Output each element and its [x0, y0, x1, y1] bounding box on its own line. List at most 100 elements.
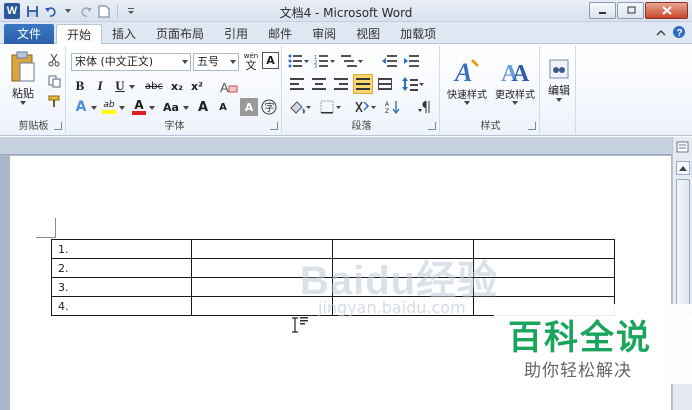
tab-file[interactable]: 文件 — [4, 24, 54, 44]
restore-button[interactable] — [617, 2, 644, 19]
font-color-button[interactable]: A — [130, 98, 148, 116]
scrollbar-thumb[interactable] — [676, 179, 690, 315]
paragraph-launcher-icon[interactable] — [428, 122, 436, 130]
scroll-up-button[interactable] — [676, 161, 690, 175]
table-cell[interactable]: 1. — [51, 239, 192, 259]
clear-formatting-icon[interactable]: A — [218, 77, 240, 97]
change-case-button[interactable]: Aa — [160, 98, 182, 116]
decrease-indent-icon[interactable] — [380, 52, 400, 70]
phonetic-guide-button[interactable]: wén 文 — [242, 52, 260, 72]
close-button[interactable] — [645, 2, 688, 19]
superscript-button[interactable]: x² — [188, 77, 206, 95]
binoculars-icon — [549, 59, 569, 79]
change-styles-label: 更改样式 — [495, 89, 535, 101]
multilevel-list-icon[interactable] — [339, 52, 365, 70]
tab-references[interactable]: 引用 — [214, 24, 258, 44]
format-painter-icon[interactable] — [46, 93, 62, 109]
bullets-icon[interactable] — [287, 52, 311, 70]
font-size-combo[interactable]: 五号 — [193, 53, 239, 71]
shading-icon[interactable] — [287, 98, 313, 116]
ruler-toggle-icon[interactable] — [676, 141, 689, 156]
chinese-layout-icon[interactable] — [353, 98, 379, 116]
align-left-icon[interactable] — [287, 75, 307, 93]
font-color-label: A — [134, 98, 144, 112]
margin-marker — [36, 237, 56, 238]
bold-button[interactable]: B — [72, 77, 88, 95]
text-effect-dropdown-icon[interactable] — [90, 104, 98, 112]
baike-badge: 百科全说 助你轻松解决 — [494, 304, 692, 384]
table-cell[interactable]: 3. — [51, 277, 192, 297]
font-launcher-icon[interactable] — [270, 122, 278, 130]
justify-icon[interactable] — [353, 74, 373, 94]
tab-insert[interactable]: 插入 — [102, 24, 146, 44]
highlight-button[interactable]: ab — [100, 98, 118, 116]
ribbon-tab-row: 文件 开始 插入 页面布局 引用 邮件 审阅 视图 加载项 ? — [0, 22, 692, 44]
distributed-icon[interactable] — [375, 75, 395, 93]
tab-review[interactable]: 审阅 — [302, 24, 346, 44]
change-case-dropdown-icon[interactable] — [182, 104, 190, 112]
save-icon[interactable] — [24, 3, 40, 19]
align-center-icon[interactable] — [309, 75, 329, 93]
chevron-down-icon — [230, 60, 236, 64]
word-app-icon[interactable]: W — [4, 3, 20, 19]
paste-dropdown-icon — [20, 101, 26, 105]
line-spacing-icon[interactable] — [400, 75, 426, 93]
shrink-font-button[interactable]: A — [214, 98, 232, 116]
table-cell[interactable]: 2. — [51, 258, 192, 278]
paste-icon — [11, 51, 35, 82]
undo-dropdown-icon[interactable] — [60, 3, 76, 19]
cut-icon[interactable] — [46, 52, 62, 68]
tab-addins[interactable]: 加载项 — [390, 24, 446, 44]
copy-icon[interactable] — [46, 73, 62, 89]
editing-button[interactable]: 编辑 — [544, 50, 574, 110]
align-right-icon[interactable] — [331, 75, 351, 93]
font-name-combo[interactable]: 宋体 (中文正文) — [71, 53, 191, 71]
increase-indent-icon[interactable] — [402, 52, 422, 70]
tab-home[interactable]: 开始 — [56, 24, 103, 44]
minimize-ribbon-icon[interactable] — [656, 27, 666, 40]
paste-button[interactable]: 粘贴 — [8, 48, 38, 108]
clipboard-launcher-icon[interactable] — [54, 122, 62, 130]
undo-icon[interactable] — [42, 3, 58, 19]
tab-page-layout[interactable]: 页面布局 — [146, 24, 214, 44]
customize-qat-icon[interactable] — [123, 3, 139, 19]
phonetic-guide-icon: 文 — [245, 58, 257, 72]
title-bar: W 文档4 - Microsoft Word — [0, 0, 692, 22]
change-styles-icon: AA — [501, 61, 530, 86]
quick-styles-button[interactable]: A 快速样式 — [444, 50, 490, 110]
char-border-button[interactable]: A — [262, 52, 279, 69]
minimize-button[interactable] — [589, 2, 616, 19]
sort-icon[interactable]: AZ — [383, 98, 403, 116]
numbering-icon[interactable]: 123 — [313, 52, 337, 70]
subscript-button[interactable]: x₂ — [168, 77, 186, 95]
strikethrough-button[interactable]: abc — [142, 77, 166, 95]
show-marks-icon[interactable] — [414, 98, 434, 116]
underline-dropdown-icon[interactable] — [128, 83, 136, 91]
grow-font-button[interactable]: A — [194, 98, 212, 116]
quick-access-toolbar — [24, 3, 139, 19]
paste-options-icon[interactable] — [299, 316, 309, 329]
new-document-icon[interactable] — [96, 3, 112, 19]
underline-button[interactable]: U — [112, 77, 128, 95]
enclose-char-icon[interactable]: 字 — [260, 98, 278, 116]
chevron-down-icon — [182, 60, 188, 64]
change-styles-button[interactable]: AA 更改样式 — [492, 50, 538, 110]
editing-group: 编辑 — [542, 46, 576, 134]
ruler[interactable] — [0, 137, 672, 155]
highlight-color-swatch — [102, 110, 116, 114]
styles-launcher-icon[interactable] — [528, 122, 536, 130]
tab-mailings[interactable]: 邮件 — [258, 24, 302, 44]
highlight-dropdown-icon[interactable] — [118, 104, 126, 112]
font-group: 宋体 (中文正文) 五号 wén 文 A B I U abc x₂ x² A A… — [68, 46, 282, 134]
redo-icon[interactable] — [78, 3, 94, 19]
italic-button[interactable]: I — [92, 77, 108, 95]
editing-label: 编辑 — [548, 84, 570, 97]
tab-view[interactable]: 视图 — [346, 24, 390, 44]
baidu-watermark-url: jingyan.baidu.com — [318, 298, 466, 317]
borders-icon[interactable] — [318, 98, 344, 116]
font-color-dropdown-icon[interactable] — [148, 104, 156, 112]
table-cell[interactable]: 4. — [51, 296, 192, 316]
char-shading-button[interactable]: A — [240, 98, 258, 116]
help-icon[interactable]: ? — [672, 25, 686, 42]
text-effect-button[interactable]: A — [72, 98, 90, 116]
